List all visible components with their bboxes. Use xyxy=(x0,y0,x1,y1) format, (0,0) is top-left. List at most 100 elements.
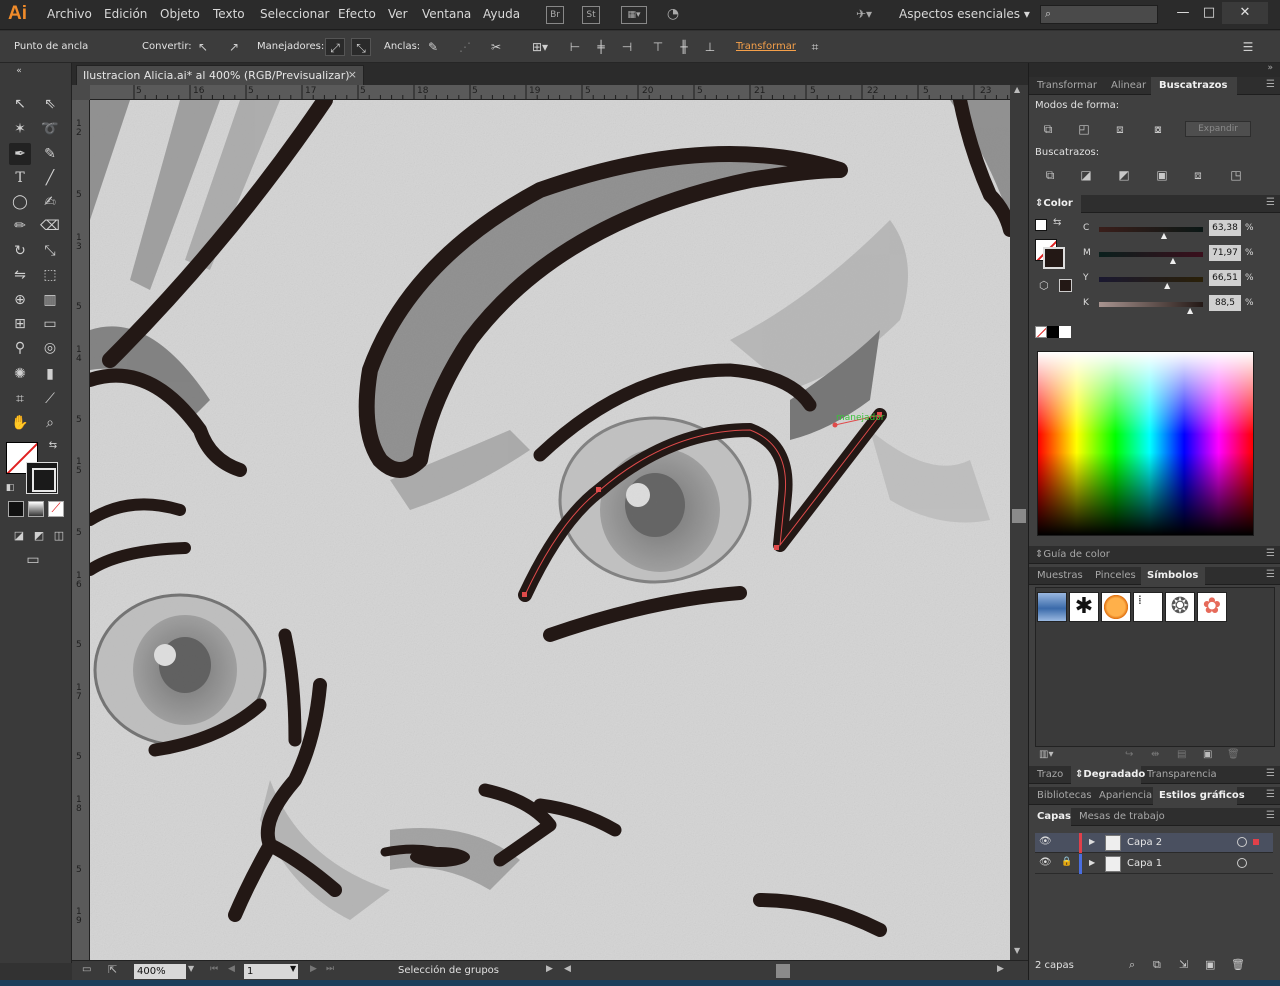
shape-builder-tool-icon[interactable]: ⊕ xyxy=(9,289,31,311)
black-color-chip[interactable] xyxy=(1047,326,1059,338)
scroll-right-icon[interactable]: ▶ xyxy=(997,964,1004,974)
panel-menu-icon[interactable]: ☰ xyxy=(1266,548,1275,559)
tab-transparencia[interactable]: Transparencia xyxy=(1147,769,1217,780)
first-artboard-icon[interactable]: ⏮ xyxy=(210,964,218,974)
type-tool-icon[interactable]: T xyxy=(9,167,31,189)
status-menu-icon[interactable]: ▶ xyxy=(546,964,553,974)
direct-selection-tool-icon[interactable]: ⇖ xyxy=(39,93,61,115)
collapse-icon[interactable]: « xyxy=(8,65,30,77)
color-spectrum[interactable] xyxy=(1037,351,1254,536)
symbol-blue-banner[interactable] xyxy=(1037,592,1067,622)
swap-fill-stroke-icon[interactable]: ⇆ xyxy=(46,439,60,453)
menu-efecto[interactable]: Efecto xyxy=(338,7,376,21)
tab-apariencia[interactable]: Apariencia xyxy=(1099,790,1152,801)
symbol-options-icon[interactable]: ▤ xyxy=(1177,749,1186,760)
pencil-tool-icon[interactable]: ✏ xyxy=(9,215,31,237)
panel-menu-icon[interactable]: ☰ xyxy=(1266,810,1275,821)
horizontal-scroll-thumb[interactable] xyxy=(776,964,790,978)
sync-settings-icon[interactable]: ✈▾ xyxy=(852,6,876,24)
slider-value-field[interactable]: 71,97 xyxy=(1209,245,1241,261)
gpu-performance-icon[interactable]: ◔ xyxy=(664,6,682,24)
layer-name[interactable]: Capa 1 xyxy=(1127,858,1162,869)
color-stroke-swatch[interactable] xyxy=(1043,247,1065,269)
lasso-tool-icon[interactable]: ➰ xyxy=(39,118,61,140)
swap-colors-icon[interactable]: ⇆ xyxy=(1053,217,1061,228)
arrange-documents-icon[interactable]: ▦▾ xyxy=(621,6,647,24)
minus-back-icon[interactable]: ◳ xyxy=(1227,167,1245,183)
clipping-mask-icon[interactable]: ⧉ xyxy=(1153,958,1161,972)
color-mode-icon[interactable] xyxy=(8,501,24,517)
minimize-button[interactable]: — xyxy=(1170,2,1196,24)
connect-anchor-icon[interactable]: ⋰ xyxy=(455,38,475,56)
new-sublayer-icon[interactable]: ⇲ xyxy=(1179,958,1188,971)
selection-indicator-icon[interactable] xyxy=(1253,839,1259,845)
artboard-tool-icon[interactable]: ⌗ xyxy=(9,388,31,410)
tab-mesas-de-trabajo[interactable]: Mesas de trabajo xyxy=(1079,811,1165,822)
curvature-tool-icon[interactable]: ✎ xyxy=(39,143,61,165)
screen-mode-icon[interactable]: ▭ xyxy=(22,549,44,571)
vertical-scroll-thumb[interactable] xyxy=(1012,509,1026,523)
close-document-icon[interactable]: × xyxy=(348,68,357,81)
layer-target-icon[interactable] xyxy=(1237,837,1247,847)
slider-value-field[interactable]: 66,51 xyxy=(1209,270,1241,286)
previous-artboard-icon[interactable]: ◀ xyxy=(228,964,235,974)
break-link-icon[interactable]: ⇹ xyxy=(1151,749,1159,760)
locate-object-icon[interactable]: ⌕ xyxy=(1129,958,1135,972)
scroll-up-icon[interactable]: ▲ xyxy=(1014,85,1020,94)
zoom-tool-icon[interactable]: ⌕ xyxy=(39,412,61,434)
stock-icon[interactable]: St xyxy=(582,6,600,24)
slider-thumb[interactable]: ▲ xyxy=(1187,306,1193,315)
isolate-icon[interactable]: ⌗ xyxy=(805,38,825,56)
symbol-flower[interactable]: ✿ xyxy=(1197,592,1227,622)
symbol-gray-wreath[interactable]: ❂ xyxy=(1165,592,1195,622)
tab-pinceles[interactable]: Pinceles xyxy=(1095,570,1136,581)
panel-menu-icon[interactable]: ☰ xyxy=(1266,79,1275,90)
panel-menu-icon[interactable]: ☰ xyxy=(1266,197,1275,208)
stroke-color-swatch[interactable] xyxy=(26,462,58,494)
ellipse-tool-icon[interactable]: ◯ xyxy=(9,191,31,213)
tab-color[interactable]: ⇕Color xyxy=(1035,198,1073,209)
none-color-chip[interactable] xyxy=(1035,326,1047,338)
color-slider-track[interactable] xyxy=(1099,227,1203,232)
gpu-icon[interactable]: ▭ xyxy=(82,964,91,975)
scroll-down-icon[interactable]: ▼ xyxy=(1014,946,1020,955)
menu-ayuda[interactable]: Ayuda xyxy=(483,7,520,21)
artboard-canvas[interactable]: manejador xyxy=(90,100,1010,960)
close-button[interactable]: ✕ xyxy=(1222,2,1268,24)
gradient-tool-icon[interactable]: ▭ xyxy=(39,313,61,335)
new-layer-icon[interactable]: ▣ xyxy=(1205,958,1215,971)
draw-inside-icon[interactable]: ◫ xyxy=(48,525,70,547)
tab-alinear[interactable]: Alinear xyxy=(1111,80,1146,91)
tab-degradado[interactable]: ⇕Degradado xyxy=(1075,769,1145,780)
align-top-icon[interactable]: ⊤ xyxy=(648,38,668,56)
tab-transformar[interactable]: Transformar xyxy=(1037,80,1097,91)
open-in-browser-icon[interactable]: ⇱ xyxy=(108,963,117,976)
delete-layer-icon[interactable]: 🗑 xyxy=(1231,958,1245,971)
layer-target-icon[interactable] xyxy=(1237,858,1247,868)
eye-icon[interactable]: 👁 xyxy=(1039,857,1052,868)
crop-icon[interactable]: ▣ xyxy=(1153,167,1171,183)
symbol-libraries-icon[interactable]: ▥▾ xyxy=(1039,749,1053,760)
divide-icon[interactable]: ⧉ xyxy=(1041,167,1059,183)
transform-link[interactable]: Transformar xyxy=(736,41,796,52)
column-graph-tool-icon[interactable]: ▮ xyxy=(39,363,61,385)
hand-tool-icon[interactable]: ✋ xyxy=(9,412,31,434)
slider-value-field[interactable]: 88,5 xyxy=(1209,295,1241,311)
width-tool-icon[interactable]: ⇋ xyxy=(9,264,31,286)
scroll-left-icon[interactable]: ◀ xyxy=(564,964,571,974)
last-artboard-icon[interactable]: ⏭ xyxy=(326,964,334,974)
menu-archivo[interactable]: Archivo xyxy=(47,7,92,21)
expand-layer-icon[interactable]: ▶ xyxy=(1089,858,1095,867)
color-slider-track[interactable] xyxy=(1099,277,1203,282)
tab-color-guide[interactable]: ⇕Guía de color xyxy=(1035,549,1110,560)
perspective-grid-tool-icon[interactable]: ▥ xyxy=(39,289,61,311)
expand-layer-icon[interactable]: ▶ xyxy=(1089,837,1095,846)
ruler-origin[interactable] xyxy=(72,85,90,100)
web-safe-color-chip[interactable] xyxy=(1059,279,1072,292)
menu-objeto[interactable]: Objeto xyxy=(160,7,200,21)
align-left-icon[interactable]: ⊢ xyxy=(565,38,585,56)
symbol-ink-splat[interactable]: ✱ xyxy=(1069,592,1099,622)
slider-thumb[interactable]: ▲ xyxy=(1161,231,1167,240)
tab-bibliotecas[interactable]: Bibliotecas xyxy=(1037,790,1092,801)
panel-menu-icon[interactable]: ☰ xyxy=(1266,768,1275,779)
